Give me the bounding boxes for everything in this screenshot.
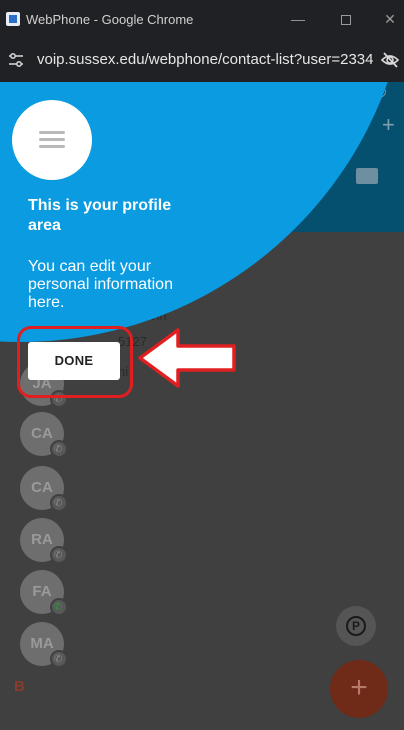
close-button[interactable]: ✕ (378, 8, 402, 30)
webphone-viewport: ⊕▾ ✆ + vin 5127 ni JA CA CA RA FA MA B P… (0, 82, 404, 730)
maximize-icon (341, 15, 351, 26)
app-icon (6, 12, 20, 26)
phone-online-icon (50, 586, 68, 630)
contact-avatar[interactable]: CA (20, 412, 68, 472)
browser-title-bar: WebPhone - Google Chrome — ✕ (0, 0, 404, 38)
avatar-initials: CA (31, 425, 53, 442)
phone-status-icon (50, 534, 68, 578)
contact-avatar[interactable]: RA (20, 518, 68, 578)
phone-status-icon (50, 482, 68, 526)
park-button[interactable]: P (336, 606, 376, 646)
window-title: WebPhone - Google Chrome (26, 12, 194, 27)
minimize-button[interactable]: — (286, 8, 310, 30)
park-icon: P (346, 616, 366, 636)
pointer-arrow-icon (138, 328, 236, 388)
chat-icon[interactable] (356, 168, 378, 184)
maximize-button[interactable] (334, 8, 358, 30)
menu-icon[interactable] (12, 100, 92, 180)
url-text[interactable]: voip.sussex.edu/webphone/contact-list?us… (37, 51, 373, 68)
phone-status-icon (50, 428, 68, 472)
tour-description: You can edit your personal information h… (28, 258, 173, 311)
section-header-b: B (14, 678, 25, 695)
avatar-initials: FA (32, 583, 52, 600)
highlight-outline (17, 326, 133, 398)
contact-avatar[interactable]: CA (20, 466, 68, 526)
contact-avatar[interactable]: FA (20, 570, 68, 630)
avatar-initials: RA (31, 531, 53, 548)
plus-icon[interactable]: + (382, 112, 395, 138)
contact-avatar[interactable]: MA (20, 622, 68, 682)
eye-off-icon[interactable] (380, 50, 400, 70)
avatar-initials: CA (31, 479, 53, 496)
address-bar: voip.sussex.edu/webphone/contact-list?us… (0, 38, 404, 82)
tour-title: This is your profile area (28, 197, 172, 234)
site-info-icon[interactable] (7, 51, 25, 69)
phone-status-icon (50, 638, 68, 682)
add-contact-fab[interactable]: + (330, 660, 388, 718)
avatar-initials: MA (30, 635, 54, 652)
